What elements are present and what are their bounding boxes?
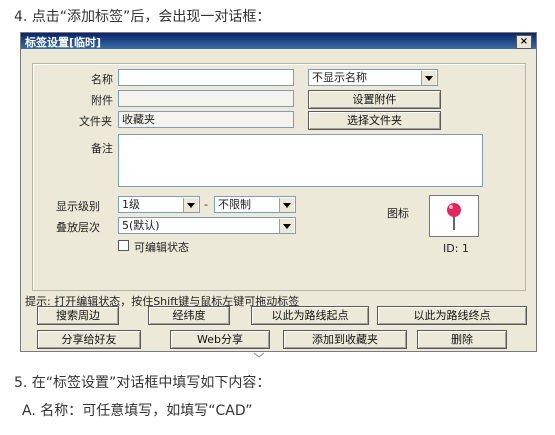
note-label: 备注 [91, 142, 113, 155]
add-to-favorites-button[interactable]: 添加到收藏夹 [283, 330, 407, 349]
step5-text: 5. 在“标签设置”对话框中填写如下内容： [14, 375, 271, 391]
icon-label: 图标 [387, 207, 409, 220]
name-input[interactable] [118, 69, 294, 86]
resize-chevron-icon [253, 352, 265, 358]
coordinates-button[interactable]: 经纬度 [148, 306, 230, 325]
name-label: 名称 [91, 73, 113, 86]
stack-order-label: 叠放层次 [56, 221, 100, 234]
chevron-down-icon[interactable] [279, 219, 294, 233]
stepA-text: A. 名称：可任意填写，如填写“CAD” [22, 403, 253, 419]
display-level-label: 显示级别 [56, 200, 100, 213]
level-min-select[interactable]: 1级 [118, 196, 200, 213]
note-textarea[interactable] [118, 134, 483, 187]
id-label: ID: 1 [443, 242, 469, 255]
set-attachment-button[interactable]: 设置附件 [308, 90, 441, 109]
stack-order-select[interactable]: 5(默认) [118, 217, 296, 234]
editable-label: 可编辑状态 [134, 241, 189, 254]
level-max-select[interactable]: 不限制 [214, 196, 296, 213]
level-min-value: 1级 [122, 198, 140, 211]
name-display-value: 不显示名称 [312, 71, 367, 84]
folder-label: 文件夹 [79, 115, 112, 128]
route-start-button[interactable]: 以此为路线起点 [251, 306, 369, 325]
close-button[interactable]: × [516, 35, 532, 49]
dialog-title: 标签设置[临时] [25, 36, 102, 49]
search-nearby-button[interactable]: 搜索周边 [37, 306, 119, 325]
stack-order-value: 5(默认) [122, 219, 160, 232]
level-separator: - [204, 198, 208, 211]
editable-checkbox[interactable] [118, 240, 129, 251]
attachment-field [118, 90, 294, 107]
tag-settings-dialog: 标签设置[临时] × 名称 不显示名称 附件 设置附件 文件夹 收藏夹 选择文件… [20, 32, 537, 358]
delete-button[interactable]: 删除 [417, 330, 507, 349]
web-share-button[interactable]: Web分享 [170, 330, 270, 349]
level-max-value: 不限制 [218, 198, 251, 211]
name-display-select[interactable]: 不显示名称 [308, 69, 438, 86]
route-end-button[interactable]: 以此为路线终点 [377, 306, 527, 325]
pushpin-icon [447, 203, 461, 230]
dialog-titlebar[interactable]: 标签设置[临时] × [21, 33, 536, 49]
chevron-down-icon[interactable] [183, 198, 198, 212]
share-friends-button[interactable]: 分享给好友 [37, 330, 141, 349]
step4-text: 4. 点击“添加标签”后，会出现一对话框： [14, 9, 271, 25]
icon-picker[interactable] [429, 195, 479, 237]
folder-field: 收藏夹 [118, 111, 294, 128]
chevron-down-icon[interactable] [421, 71, 436, 85]
chevron-down-icon[interactable] [279, 198, 294, 212]
choose-folder-button[interactable]: 选择文件夹 [308, 111, 441, 130]
attachment-label: 附件 [91, 94, 113, 107]
